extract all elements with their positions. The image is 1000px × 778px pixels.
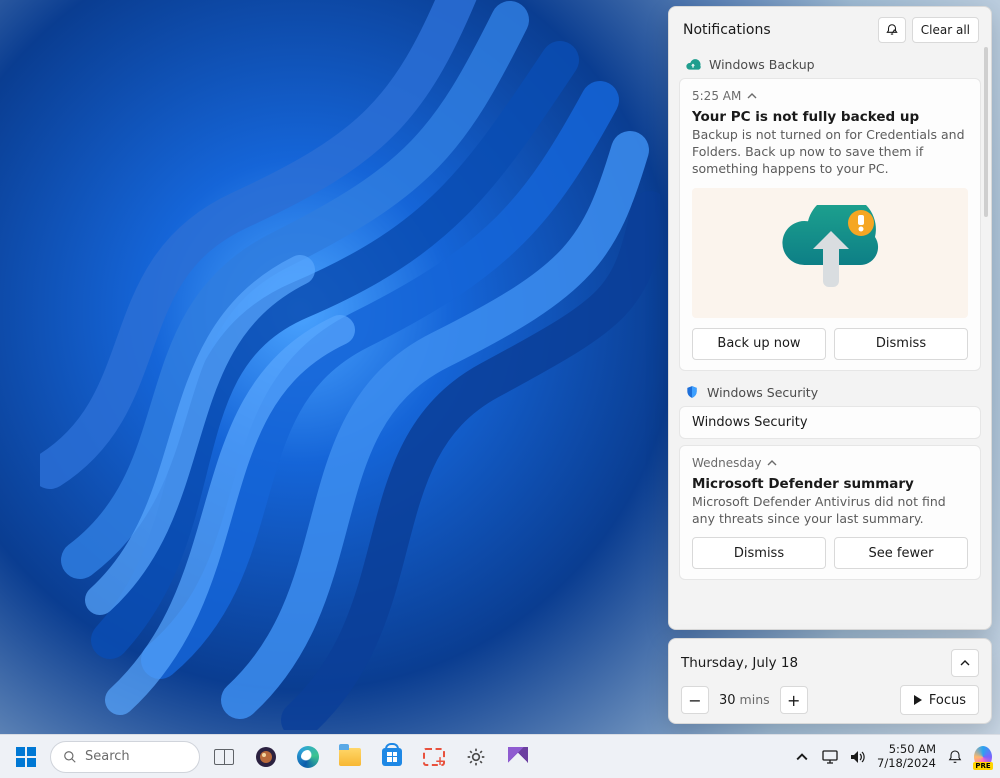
tray-volume-icon[interactable]: [849, 748, 867, 766]
widgets-button[interactable]: [248, 739, 284, 775]
visual-studio-button[interactable]: [500, 739, 536, 775]
shield-icon: [685, 385, 699, 399]
gear-icon: [466, 747, 486, 767]
search-placeholder: Search: [85, 749, 130, 764]
focus-minutes-value: 30: [719, 693, 736, 708]
notification-heading: Microsoft Defender summary: [692, 476, 968, 492]
clear-all-button[interactable]: Clear all: [912, 17, 979, 43]
notification-group-backup[interactable]: Windows Backup: [677, 51, 983, 78]
snipping-tool-button[interactable]: [416, 739, 452, 775]
edge-button[interactable]: [290, 739, 326, 775]
notification-body: Backup is not turned on for Credentials …: [692, 127, 968, 178]
microsoft-store-button[interactable]: [374, 739, 410, 775]
group-app-name: Windows Security: [707, 385, 818, 400]
notification-card-backup[interactable]: 5:25 AM Your PC is not fully backed up B…: [679, 78, 981, 371]
chevron-up-icon: [747, 91, 757, 101]
calendar-expand-button[interactable]: [951, 649, 979, 677]
backup-now-button[interactable]: Back up now: [692, 328, 826, 360]
notification-card-security[interactable]: Wednesday Microsoft Defender summary Mic…: [679, 445, 981, 581]
notification-body: Microsoft Defender Antivirus did not fin…: [692, 494, 968, 528]
wallpaper-bloom: [40, 0, 660, 730]
notification-time: 5:25 AM: [692, 89, 741, 103]
focus-label: Focus: [929, 693, 966, 708]
settings-button[interactable]: [458, 739, 494, 775]
focus-start-button[interactable]: Focus: [900, 685, 979, 715]
panel-scrollbar[interactable]: [984, 47, 988, 217]
monitor-icon: [822, 750, 838, 764]
chevron-up-icon: [796, 751, 808, 763]
search-icon: [63, 750, 77, 764]
focus-decrease-button[interactable]: −: [681, 686, 709, 714]
notification-group-security[interactable]: Windows Security: [677, 379, 983, 406]
task-view-button[interactable]: [206, 739, 242, 775]
group-app-name: Windows Backup: [709, 57, 815, 72]
snip-icon: [423, 748, 445, 766]
task-view-icon: [214, 749, 234, 765]
clock-time: 5:50 AM: [877, 743, 936, 756]
notification-header: Notifications Clear all: [669, 7, 991, 51]
focus-duration-stepper: − 30 mins +: [681, 686, 808, 714]
taskbar-search[interactable]: Search: [50, 741, 200, 773]
dismiss-button[interactable]: Dismiss: [692, 537, 826, 569]
play-icon: [913, 695, 923, 705]
start-button[interactable]: [8, 739, 44, 775]
copilot-button[interactable]: PRE: [974, 748, 992, 766]
notification-list: Windows Backup 5:25 AM Your PC is not fu…: [669, 51, 991, 629]
notification-bell-button[interactable]: [946, 748, 964, 766]
bell-icon: [947, 749, 963, 765]
notification-subheader[interactable]: Windows Security: [679, 406, 981, 439]
notification-time: Wednesday: [692, 456, 761, 470]
calendar-date[interactable]: Thursday, July 18: [681, 655, 798, 671]
notification-heading: Your PC is not fully backed up: [692, 109, 968, 125]
widgets-icon: [255, 746, 277, 768]
notification-title: Notifications: [683, 22, 771, 38]
do-not-disturb-button[interactable]: [878, 17, 906, 43]
dnd-icon: [885, 23, 899, 37]
copilot-badge: PRE: [973, 762, 992, 770]
clock-date: 7/18/2024: [877, 757, 936, 770]
focus-increase-button[interactable]: +: [780, 686, 808, 714]
taskbar: Search 5:50 AM: [0, 734, 1000, 778]
calendar-flyout: Thursday, July 18 − 30 mins + Focus: [668, 638, 992, 724]
tray-overflow-button[interactable]: [793, 748, 811, 766]
speaker-icon: [850, 750, 866, 764]
edge-icon: [297, 746, 319, 768]
file-explorer-button[interactable]: [332, 739, 368, 775]
chevron-up-icon: [960, 658, 970, 668]
copilot-icon: PRE: [974, 746, 992, 768]
cloud-backup-icon: [685, 59, 701, 71]
visual-studio-icon: [508, 747, 528, 767]
notification-hero-image: [692, 188, 968, 318]
store-icon: [382, 748, 402, 766]
focus-minutes-unit: mins: [740, 692, 770, 707]
dismiss-button[interactable]: Dismiss: [834, 328, 968, 360]
notification-center: Notifications Clear all Windows Backup 5…: [668, 6, 992, 630]
taskbar-clock[interactable]: 5:50 AM 7/18/2024: [877, 743, 936, 769]
windows-logo-icon: [16, 747, 36, 767]
tray-vm-icon[interactable]: [821, 748, 839, 766]
see-fewer-button[interactable]: See fewer: [834, 537, 968, 569]
folder-icon: [339, 748, 361, 766]
chevron-up-icon: [767, 458, 777, 468]
